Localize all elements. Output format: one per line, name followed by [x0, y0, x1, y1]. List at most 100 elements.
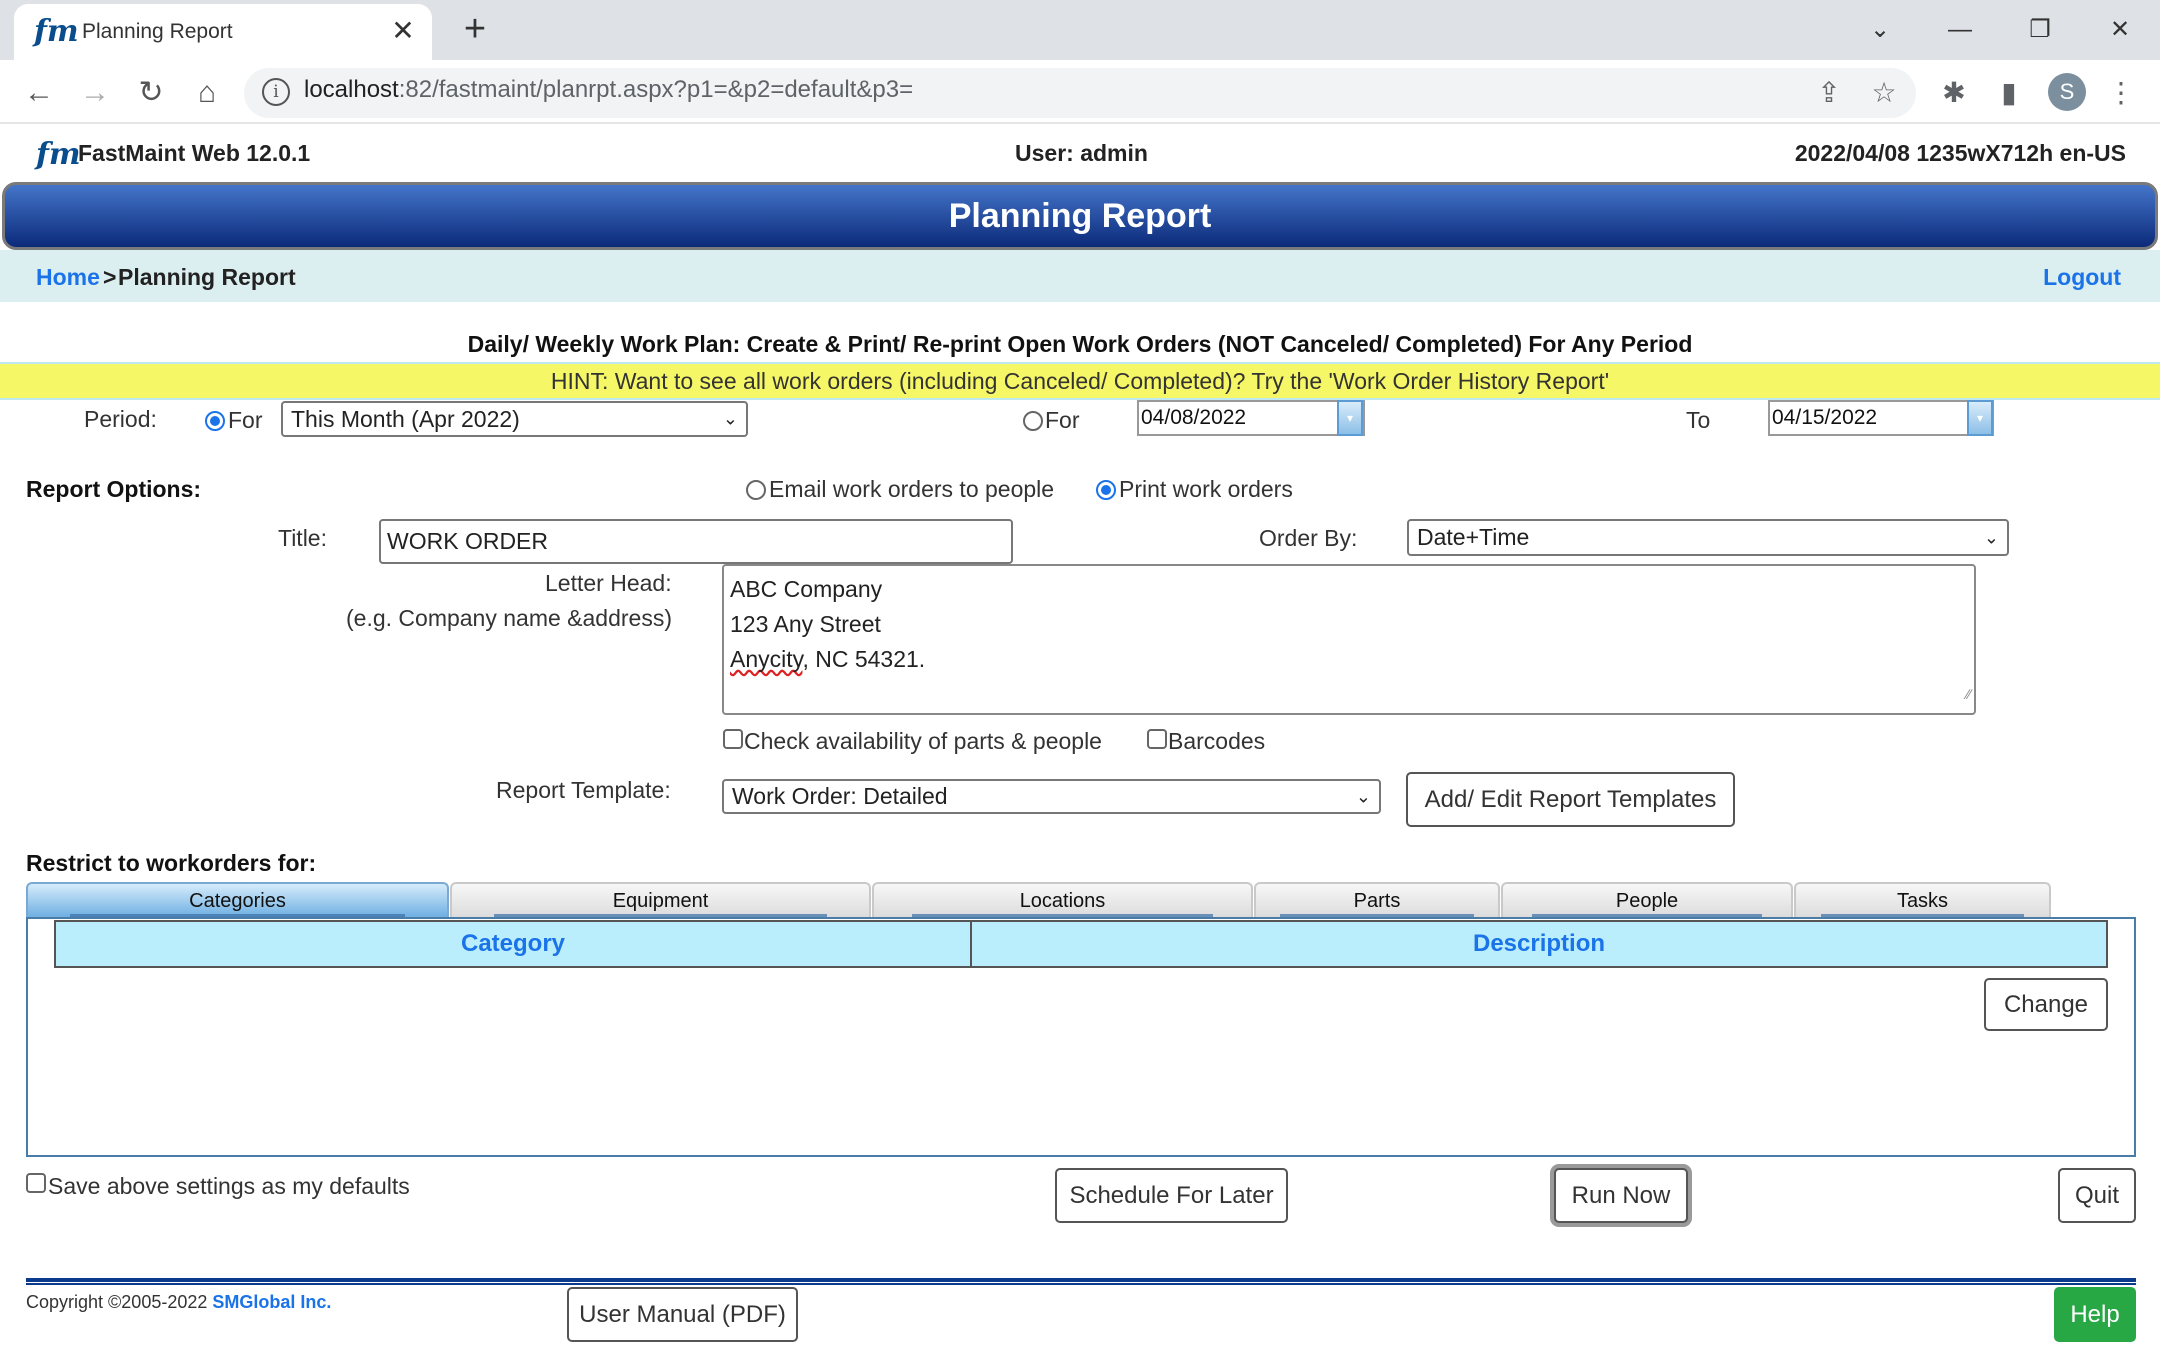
chevron-down-icon: ⌄	[1355, 786, 1371, 806]
letterhead-label: Letter Head:	[545, 570, 672, 596]
help-button[interactable]: Help	[2054, 1287, 2136, 1342]
browser-menu-icon[interactable]: ⋮	[2100, 72, 2142, 114]
window-close-icon[interactable]: ✕	[2095, 10, 2145, 50]
order-by-select[interactable]: Date+Time ⌄	[1407, 519, 2009, 556]
order-by-value: Date+Time	[1417, 524, 1530, 550]
profile-avatar[interactable]: S	[2048, 73, 2086, 111]
company-link[interactable]: SMGlobal Inc.	[212, 1292, 331, 1312]
share-icon[interactable]: ⇪	[1808, 72, 1850, 114]
tab-locations[interactable]: Locations	[872, 882, 1253, 917]
report-template-select[interactable]: Work Order: Detailed ⌄	[722, 779, 1381, 814]
period-preset-select[interactable]: This Month (Apr 2022) ⌄	[281, 401, 748, 437]
print-option-label: Print work orders	[1119, 476, 1293, 502]
url-host: localhost	[304, 76, 399, 103]
tab-label: Tasks	[1896, 890, 1949, 912]
from-date-input[interactable]: 04/08/2022	[1137, 400, 1365, 436]
url-text[interactable]: localhost:82/fastmaint/planrpt.aspx?p1=&…	[304, 76, 913, 104]
save-defaults-label: Save above settings as my defaults	[48, 1173, 410, 1199]
copyright-text: Copyright ©2005-2022	[26, 1292, 213, 1312]
letterhead-line: Anycity, NC 54321.	[730, 642, 1968, 677]
period-preset-value: This Month (Apr 2022)	[291, 405, 520, 432]
breadcrumb	[0, 250, 2160, 302]
minimize-icon[interactable]: —	[1935, 10, 1985, 50]
footer-divider	[26, 1278, 2136, 1285]
email-option-radio[interactable]	[746, 480, 766, 500]
restore-icon[interactable]: ❐	[2015, 10, 2065, 50]
tab-people[interactable]: People	[1501, 882, 1793, 917]
quit-button[interactable]: Quit	[2058, 1168, 2136, 1223]
tab-equipment[interactable]: Equipment	[450, 882, 871, 917]
column-header-category[interactable]: Category	[56, 922, 970, 966]
tab-tasks[interactable]: Tasks	[1794, 882, 2051, 917]
side-panel-icon[interactable]: ▮	[1988, 72, 2030, 114]
new-tab-button[interactable]: +	[455, 10, 495, 50]
page-title-banner: Planning Report	[2, 182, 2158, 250]
period-label: Period:	[84, 406, 157, 432]
from-date-picker-button[interactable]: ▾	[1337, 400, 1363, 436]
to-date-input[interactable]: 04/15/2022	[1768, 400, 1994, 436]
report-options-heading: Report Options:	[26, 476, 202, 502]
resize-handle-icon[interactable]: ∕∕	[1966, 677, 1971, 712]
title-label: Title:	[278, 525, 327, 551]
barcodes-label: Barcodes	[1168, 728, 1266, 754]
period-preset-label: For	[228, 407, 263, 433]
letterhead-textarea[interactable]: ABC Company 123 Any Street Anycity, NC 5…	[722, 564, 1976, 715]
breadcrumb-separator: >	[103, 264, 117, 290]
column-header-description[interactable]: Description	[970, 922, 2106, 966]
period-range-label: For	[1045, 407, 1080, 433]
back-icon[interactable]: ←	[16, 70, 62, 116]
reload-icon[interactable]: ↻	[128, 70, 174, 116]
site-info-icon[interactable]: i	[262, 78, 290, 106]
tab-label: Categories	[189, 890, 286, 912]
breadcrumb-home-link[interactable]: Home	[36, 264, 100, 291]
bookmark-star-icon[interactable]: ☆	[1863, 72, 1905, 114]
title-input[interactable]: WORK ORDER	[379, 519, 1013, 564]
url-path: :82/fastmaint/planrpt.aspx?p1=&p2=defaul…	[398, 76, 914, 103]
letterhead-hint: (e.g. Company name &address)	[346, 605, 672, 631]
to-date-picker-button[interactable]: ▾	[1967, 400, 1993, 436]
tab-label: Equipment	[612, 890, 709, 912]
forward-icon[interactable]: →	[72, 70, 118, 116]
period-range-radio[interactable]	[1023, 411, 1043, 431]
extensions-icon[interactable]: ✱	[1933, 72, 1975, 114]
print-option-radio[interactable]	[1096, 480, 1116, 500]
edit-report-templates-button[interactable]: Add/ Edit Report Templates	[1406, 772, 1735, 827]
user-manual-button[interactable]: User Manual (PDF)	[567, 1287, 798, 1342]
hint-bar: HINT: Want to see all work orders (inclu…	[0, 362, 2160, 400]
category-grid-header: Category Description	[54, 920, 2108, 968]
to-label: To	[1686, 407, 1711, 433]
report-subtitle: Daily/ Weekly Work Plan: Create & Print/…	[467, 331, 1693, 357]
schedule-for-later-button[interactable]: Schedule For Later	[1055, 1168, 1288, 1223]
letterhead-state-zip: , NC 54321.	[802, 646, 926, 672]
system-info: 2022/04/08 1235wX712h en-US	[1794, 140, 2126, 166]
app-name: FastMaint Web 12.0.1	[78, 140, 311, 166]
tab-label: Parts	[1353, 890, 1401, 912]
logout-link[interactable]: Logout	[2043, 264, 2121, 291]
report-template-label: Report Template:	[496, 777, 671, 803]
tab-label: People	[1615, 890, 1679, 912]
fastmaint-logo-icon: fm	[36, 137, 81, 172]
current-user: User: admin	[1015, 140, 1148, 166]
order-by-label: Order By:	[1259, 525, 1358, 551]
browser-tab[interactable]: fm Planning Report ✕	[14, 4, 432, 60]
close-tab-icon[interactable]: ✕	[388, 17, 418, 47]
title-value: WORK ORDER	[387, 528, 548, 554]
tab-categories[interactable]: Categories	[26, 882, 449, 917]
save-defaults-checkbox[interactable]	[26, 1173, 46, 1193]
report-template-value: Work Order: Detailed	[732, 783, 948, 809]
home-icon[interactable]: ⌂	[184, 70, 230, 116]
period-preset-radio[interactable]	[205, 411, 225, 431]
restrict-heading: Restrict to workorders for:	[26, 850, 317, 876]
copyright: Copyright ©2005-2022 SMGlobal Inc.	[26, 1292, 331, 1313]
to-date-value: 04/15/2022	[1772, 406, 1878, 429]
barcodes-checkbox[interactable]	[1147, 729, 1167, 749]
tab-search-icon[interactable]: ⌄	[1855, 10, 1905, 50]
fastmaint-favicon-icon: fm	[34, 14, 79, 49]
from-date-value: 04/08/2022	[1141, 406, 1247, 429]
letterhead-city: Anycity	[730, 646, 803, 672]
run-now-button[interactable]: Run Now	[1554, 1168, 1688, 1223]
tab-parts[interactable]: Parts	[1254, 882, 1500, 917]
chevron-down-icon: ⌄	[722, 408, 738, 429]
change-button[interactable]: Change	[1984, 978, 2108, 1031]
check-availability-checkbox[interactable]	[723, 729, 743, 749]
